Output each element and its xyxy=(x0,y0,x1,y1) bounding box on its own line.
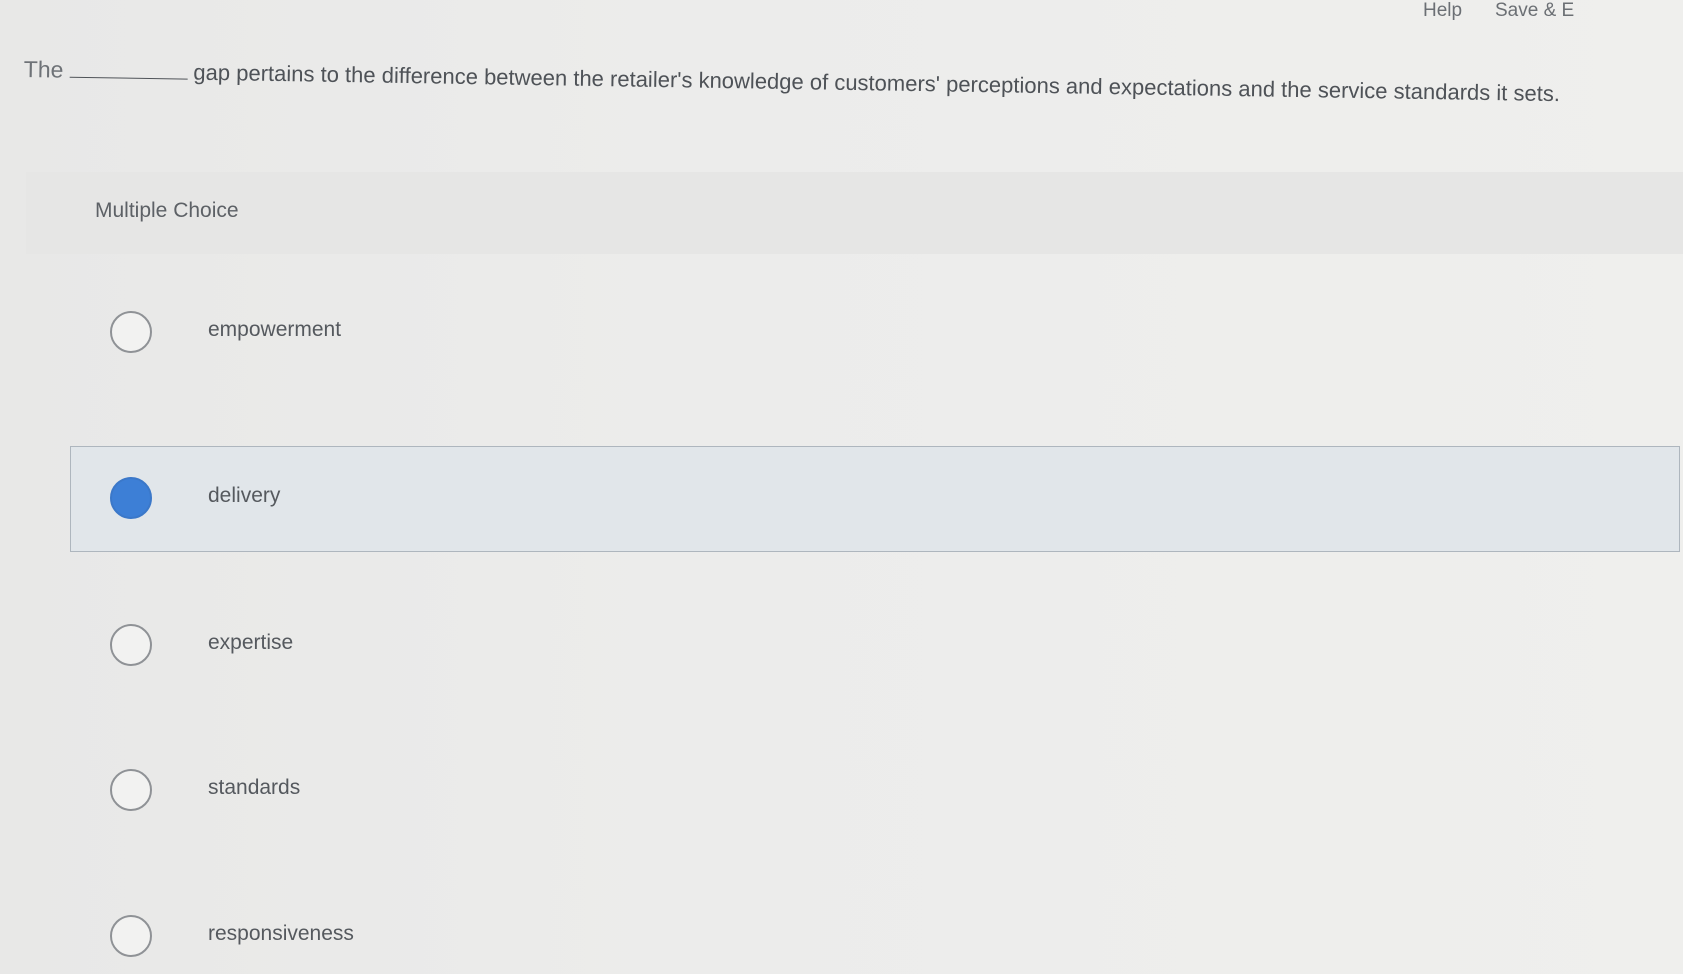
radio-expertise[interactable] xyxy=(110,624,152,666)
option-standards[interactable]: standards xyxy=(70,738,1680,838)
save-and-exit-link[interactable]: Save & E xyxy=(1495,0,1574,22)
multiple-choice-header: Multiple Choice xyxy=(26,172,1683,254)
option-delivery[interactable]: delivery xyxy=(70,446,1680,552)
quiz-page: Help Save & E The gap pertains to the dif… xyxy=(0,0,1683,974)
option-label: empowerment xyxy=(208,318,342,341)
option-label: responsiveness xyxy=(208,922,354,945)
top-links: Help Save & E xyxy=(1423,0,1683,26)
option-label: expertise xyxy=(208,631,294,654)
radio-delivery-selected[interactable] xyxy=(110,477,152,519)
question-blank xyxy=(69,76,188,80)
radio-responsiveness[interactable] xyxy=(110,915,152,957)
option-responsiveness[interactable]: responsiveness xyxy=(70,884,1680,974)
question-rest: gap pertains to the difference between t… xyxy=(193,59,1561,107)
option-empowerment[interactable]: empowerment xyxy=(70,280,1680,380)
question-lead: The xyxy=(23,56,64,83)
option-label: standards xyxy=(208,776,301,799)
option-label: delivery xyxy=(208,484,281,507)
question-text: The gap pertains to the difference betwee… xyxy=(24,56,1561,107)
radio-standards[interactable] xyxy=(110,769,152,811)
radio-empowerment[interactable] xyxy=(110,311,152,353)
option-expertise[interactable]: expertise xyxy=(70,593,1680,693)
multiple-choice-heading: Multiple Choice xyxy=(95,199,239,222)
help-link[interactable]: Help xyxy=(1423,0,1462,22)
